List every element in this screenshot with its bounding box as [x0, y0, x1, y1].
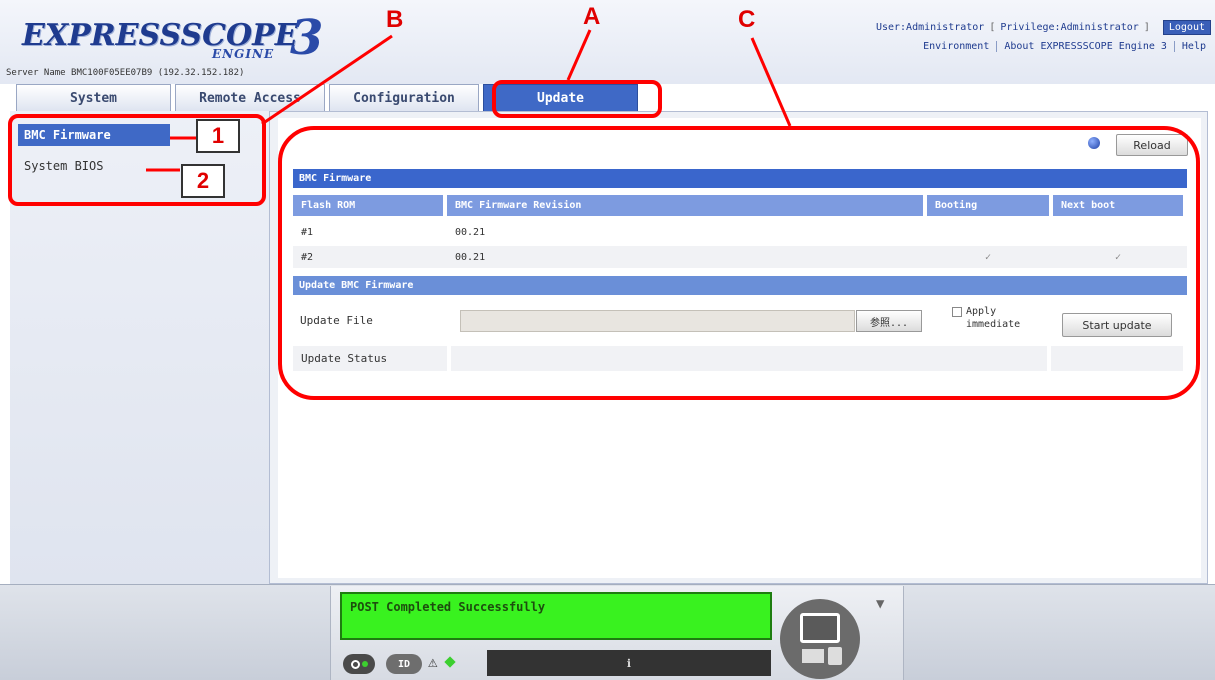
warning-icon: ⚠ — [428, 652, 438, 671]
annotation-label-a: A — [583, 3, 601, 30]
tab-configuration[interactable]: Configuration — [329, 84, 479, 112]
annotation-number-2: 2 — [181, 164, 225, 198]
header: EXPRESSSCOPE ENGINE 3 Server Name BMC100… — [0, 0, 1215, 84]
privilege-label: Privilege:Administrator — [1000, 21, 1139, 33]
environment-link[interactable]: Environment — [916, 41, 996, 52]
annotation-box-a — [492, 80, 662, 118]
chevron-down-icon[interactable]: ▼ — [876, 596, 884, 612]
about-link[interactable]: About EXPRESSSCOPE Engine 3 — [996, 41, 1174, 52]
keyboard-icon — [802, 649, 824, 663]
header-links: Environment About EXPRESSSCOPE Engine 3 … — [916, 41, 1213, 52]
logo-number: 3 — [290, 10, 324, 66]
power-button[interactable] — [343, 654, 375, 674]
annotation-number-1: 1 — [196, 119, 240, 153]
remote-console-icon[interactable] — [780, 599, 860, 679]
power-led-icon — [361, 661, 368, 667]
user-info: User:Administrator [ Privilege:Administr… — [876, 18, 1211, 36]
logo-sub: ENGINE — [212, 47, 275, 61]
monitor-icon — [800, 613, 840, 643]
status-bar: ℹ — [487, 650, 771, 676]
annotation-label-b: B — [386, 6, 404, 33]
help-link[interactable]: Help — [1173, 41, 1213, 52]
separator: ] — [1143, 21, 1150, 33]
id-button[interactable]: ID — [386, 654, 422, 674]
tab-remote-access[interactable]: Remote Access — [175, 84, 325, 112]
annotation-box-c — [278, 126, 1200, 400]
user-label: User:Administrator — [875, 21, 985, 33]
expressscope-logo: EXPRESSSCOPE ENGINE 3 — [14, 10, 344, 68]
logout-button[interactable]: Logout — [1162, 19, 1211, 35]
annotation-label-c: C — [738, 6, 756, 33]
tab-system[interactable]: System — [16, 84, 171, 112]
lcd-display: POST Completed Successfully — [340, 592, 772, 640]
server-name: Server Name BMC100F05EE07B9 (192.32.152.… — [6, 68, 245, 78]
power-icon — [350, 659, 360, 669]
separator: [ — [989, 21, 996, 33]
mouse-icon — [828, 647, 842, 665]
